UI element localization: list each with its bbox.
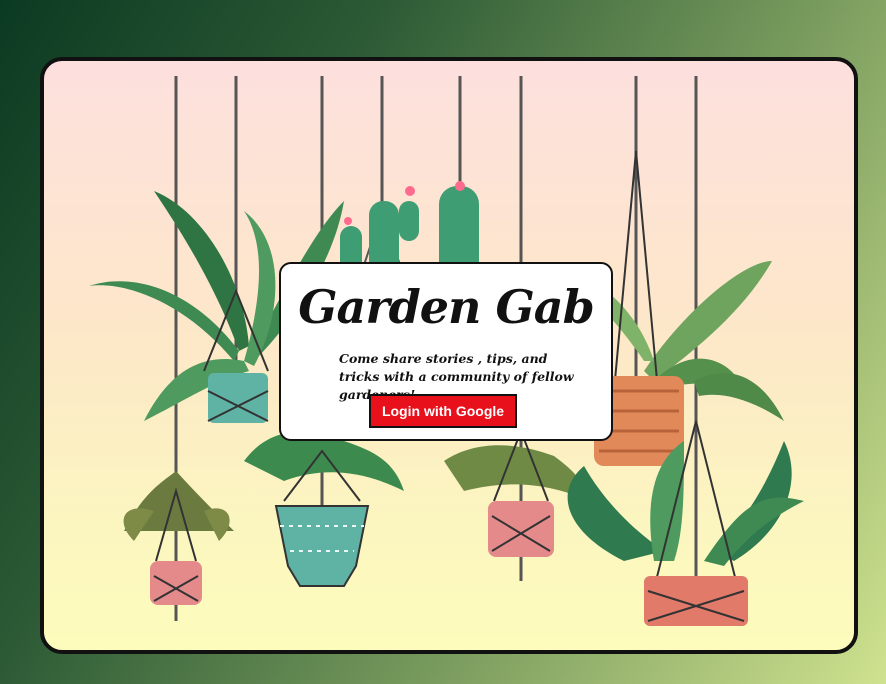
app-title: Garden Gab: [298, 280, 594, 334]
hero-frame: Garden Gab Come share stories , tips, an…: [40, 57, 858, 654]
teal-hex-pot: [244, 432, 404, 587]
login-with-google-button[interactable]: Login with Google: [369, 394, 517, 428]
small-pink-pot: [123, 471, 234, 605]
welcome-card: Garden Gab Come share stories , tips, an…: [279, 262, 613, 441]
pink-pot-center: [444, 428, 589, 557]
